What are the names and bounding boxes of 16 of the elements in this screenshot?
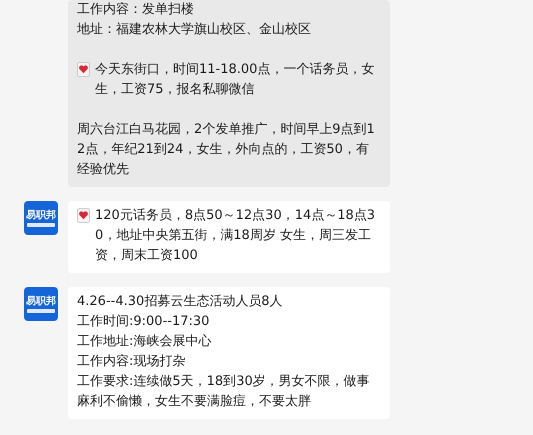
avatar-stripe [27,222,55,226]
avatar-label: 易职邦 [26,210,56,220]
message-text: 4.26--4.30招募云生态活动人员8人 [77,293,284,311]
message-text: 周六台江白马花园，2个发单推广，时间早上9点到12点，年纪21到24，女生，外向点的，工资50，有经验优先 [77,121,376,179]
message-text: 工作内容：发单扫楼 [77,1,195,19]
message-text: 工作地址:海峡会展中心 [77,333,212,351]
message-text: 120元话务员，8点50～12点30，14点～18点30，地址中央第五街，满18周岁 女生，周三发工资，周末工资100 [95,207,376,265]
message-text: 地址：福建农林大学旗山校区、金山校区 [77,21,312,39]
message-text: 工作时间:9:00--17:30 [77,313,210,331]
message-text: 工作内容:现场打杂 [77,353,186,371]
avatar[interactable]: 易职邦 [24,287,58,321]
message-text: 今天东街口，时间11-18.00点，一个话务员，女生，工资75，报名私聊微信 [95,61,376,99]
message-text: 工作要求:连续做5天，18到30岁，男女不限，做事麻利不偷懒，女生不要满脸痘，不要太胖 [77,373,371,411]
avatar[interactable]: 易职邦 [24,201,58,235]
avatar-stripe [27,308,55,312]
avatar-label: 易职邦 [26,296,56,306]
